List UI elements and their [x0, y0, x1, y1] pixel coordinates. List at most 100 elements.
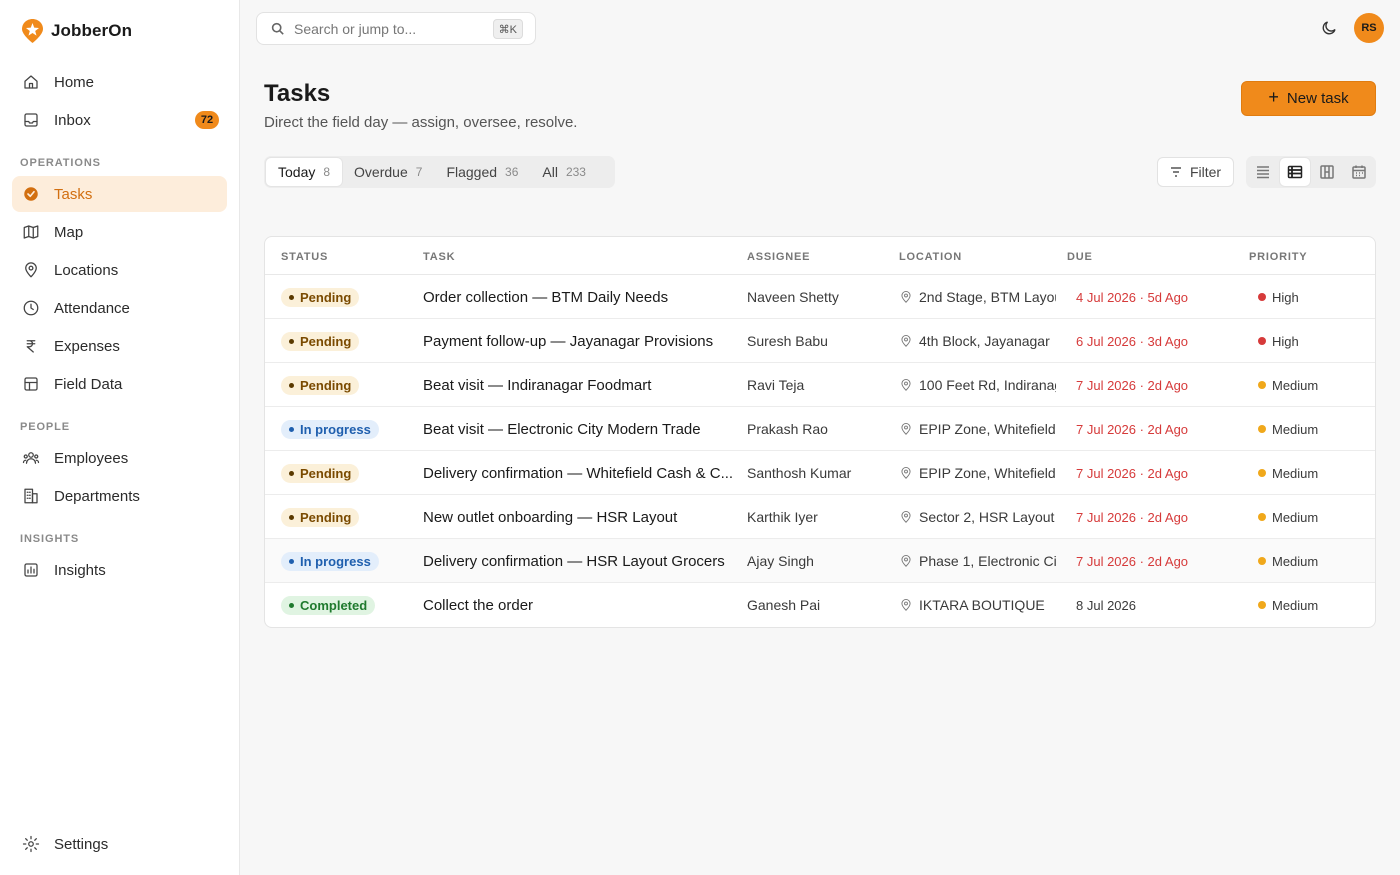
table-row[interactable]: Pending New outlet onboarding — HSR Layo… [265, 495, 1375, 539]
home-icon [22, 73, 40, 91]
app-name: JobberOn [51, 21, 133, 40]
sidebar-item-label: Locations [54, 261, 119, 279]
assignee-name: Ajay Singh [747, 553, 814, 569]
location-cell: EPIP Zone, Whitefield [899, 451, 1056, 495]
sidebar-item-field-data[interactable]: Field Data [12, 366, 227, 402]
tab-count: 36 [505, 165, 519, 179]
table-row[interactable]: Pending Delivery confirmation — Whitefie… [265, 451, 1375, 495]
avatar[interactable]: RS [1354, 13, 1384, 43]
column-header-task[interactable]: TASK [423, 251, 455, 263]
priority-cell: Medium [1258, 407, 1358, 451]
field-data-icon [22, 375, 40, 393]
search-icon [271, 22, 284, 35]
location-pin-icon [901, 467, 911, 479]
plus-icon: + [1268, 86, 1279, 107]
sidebar-item-departments[interactable]: Departments [12, 478, 227, 514]
list-view-button[interactable] [1248, 158, 1278, 186]
status-badge: Pending [281, 507, 360, 527]
jobberon-logo-icon [22, 19, 43, 43]
tab-flagged[interactable]: Flagged 36 [434, 158, 530, 186]
tab-today[interactable]: Today 8 [266, 158, 343, 186]
board-view-button[interactable] [1312, 158, 1342, 186]
status-dot [289, 602, 294, 608]
task-title[interactable]: Beat visit — Indiranagar Foodmart [423, 363, 735, 407]
location-text: 2nd Stage, BTM Layout [919, 289, 1056, 305]
table-view-button[interactable] [1280, 158, 1310, 186]
tab-label: Flagged [446, 164, 498, 180]
task-title[interactable]: Delivery confirmation — HSR Layout Groce… [423, 539, 735, 583]
task-title[interactable]: Collect the order [423, 583, 735, 627]
sidebar-item-map[interactable]: Map [12, 214, 227, 250]
section-label-people: PEOPLE [20, 421, 71, 433]
rupee-icon [22, 337, 40, 355]
task-title[interactable]: Payment follow-up — Jayanagar Provisions [423, 319, 735, 363]
location-pin-icon [901, 599, 911, 611]
status-badge: In progress [281, 419, 379, 439]
task-title[interactable]: Order collection — BTM Daily Needs [423, 275, 735, 319]
location-text: EPIP Zone, Whitefield [919, 421, 1056, 437]
tab-count: 8 [323, 165, 331, 179]
sidebar-item-locations[interactable]: Locations [12, 252, 227, 288]
brand[interactable]: JobberOn [22, 19, 132, 43]
priority-label: High [1272, 289, 1299, 305]
sidebar-item-label: Attendance [54, 299, 130, 317]
due-date: 7 Jul 2026 · 2d Ago [1076, 553, 1189, 569]
sidebar-item-settings[interactable]: Settings [12, 826, 227, 862]
table-row[interactable]: Completed Collect the order Ganesh Pai I… [265, 583, 1375, 627]
column-header-location[interactable]: LOCATION [899, 251, 962, 263]
column-header-status[interactable]: STATUS [281, 251, 328, 263]
priority-label: Medium [1272, 597, 1319, 613]
sidebar-item-inbox[interactable]: Inbox 72 [12, 102, 227, 138]
tab-overdue[interactable]: Overdue 7 [342, 158, 434, 186]
assignee-name: Naveen Shetty [747, 289, 839, 305]
status-badge: In progress [281, 551, 379, 571]
table-row[interactable]: Pending Payment follow-up — Jayanagar Pr… [265, 319, 1375, 363]
table-row[interactable]: Pending Order collection — BTM Daily Nee… [265, 275, 1375, 319]
due-date: 7 Jul 2026 · 2d Ago [1076, 421, 1189, 437]
sidebar-item-insights[interactable]: Insights [12, 552, 227, 588]
location-text: EPIP Zone, Whitefield [919, 465, 1056, 481]
table-row[interactable]: In progress Delivery confirmation — HSR … [265, 539, 1375, 583]
tasks-table: STATUS TASK ASSIGNEE LOCATION DUE PRIORI… [264, 236, 1376, 628]
calendar-view-button[interactable] [1344, 158, 1374, 186]
location-pin-icon [901, 291, 911, 303]
sidebar-item-label: Inbox [54, 111, 91, 129]
status-cell: Pending [281, 363, 411, 407]
tab-all[interactable]: All 233 [530, 158, 598, 186]
sidebar-item-attendance[interactable]: Attendance [12, 290, 227, 326]
new-task-button[interactable]: + New task [1241, 81, 1376, 116]
sidebar-item-employees[interactable]: Employees [12, 440, 227, 476]
section-label-insights: INSIGHTS [20, 533, 80, 545]
tasks-icon [22, 185, 40, 203]
task-title[interactable]: New outlet onboarding — HSR Layout [423, 495, 735, 539]
calendar-view-icon [1352, 165, 1366, 179]
priority-label: Medium [1272, 465, 1319, 481]
priority-dot [1258, 513, 1266, 521]
task-title[interactable]: Beat visit — Electronic City Modern Trad… [423, 407, 735, 451]
priority-cell: High [1258, 275, 1358, 319]
status-dot [289, 338, 294, 344]
status-cell: Pending [281, 495, 411, 539]
assignee-name: Suresh Babu [747, 333, 828, 349]
column-header-due[interactable]: DUE [1067, 251, 1093, 263]
sidebar-item-expenses[interactable]: Expenses [12, 328, 227, 364]
sidebar-item-label: Tasks [54, 185, 93, 203]
sidebar-item-home[interactable]: Home [12, 64, 227, 100]
column-header-priority[interactable]: PRIORITY [1249, 251, 1307, 263]
task-title[interactable]: Delivery confirmation — Whitefield Cash … [423, 451, 735, 495]
table-view-icon [1287, 165, 1303, 179]
theme-toggle-button[interactable] [1320, 19, 1340, 39]
shortcut-hint: ⌘K [492, 19, 523, 39]
filter-button[interactable]: Filter [1157, 157, 1234, 187]
search-input[interactable]: Search or jump to... ⌘K [256, 12, 536, 45]
table-body: Pending Order collection — BTM Daily Nee… [265, 275, 1375, 627]
sidebar-item-tasks[interactable]: Tasks [12, 176, 227, 212]
status-badge: Pending [281, 375, 360, 395]
table-row[interactable]: In progress Beat visit — Electronic City… [265, 407, 1375, 451]
status-dot [289, 426, 294, 432]
page-subtitle: Direct the field day — assign, oversee, … [264, 114, 578, 131]
column-header-assignee[interactable]: ASSIGNEE [747, 251, 810, 263]
location-pin-icon [901, 335, 911, 347]
table-row[interactable]: Pending Beat visit — Indiranagar Foodmar… [265, 363, 1375, 407]
due-date: 7 Jul 2026 · 2d Ago [1076, 377, 1189, 393]
